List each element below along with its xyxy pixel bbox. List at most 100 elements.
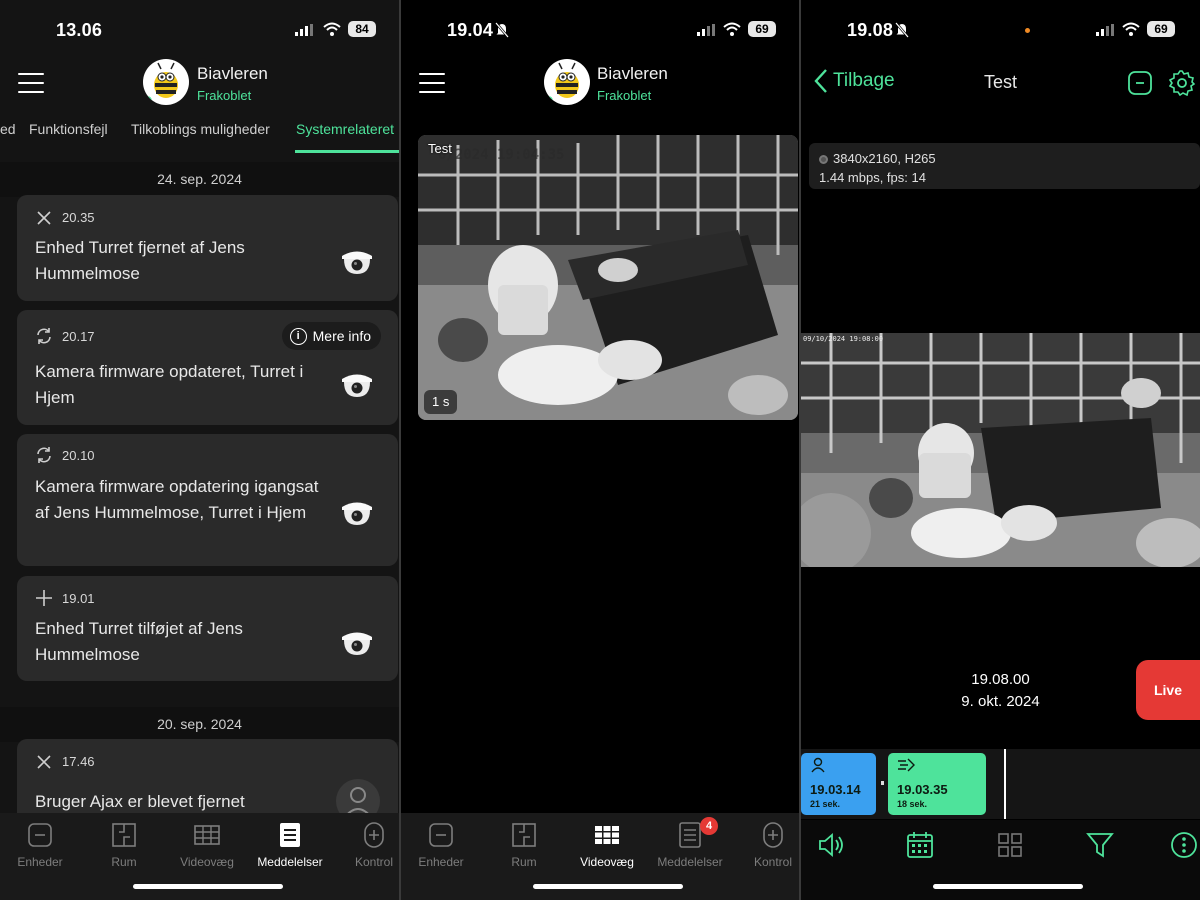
nav-videowall[interactable]: Videovæg: [567, 821, 647, 869]
hub-logo: [544, 59, 590, 105]
battery-indicator: 84: [348, 21, 376, 37]
nav-notifications[interactable]: 4 Meddelelser: [650, 817, 730, 869]
devices-icon: [429, 823, 453, 847]
live-button[interactable]: Live: [1136, 660, 1200, 720]
nav-label: Videovæg: [580, 855, 634, 869]
nav-label: Videovæg: [180, 855, 234, 869]
hub-name[interactable]: Biavleren: [197, 64, 268, 84]
camera-device-icon[interactable]: [1127, 70, 1153, 96]
more-icon[interactable]: [1169, 830, 1199, 860]
status-time: 19.04: [447, 20, 494, 40]
camera-snapshot: [418, 135, 798, 420]
filter-icon[interactable]: [1085, 830, 1115, 860]
tab-malfunctions[interactable]: Funktionsfejl: [29, 121, 108, 137]
nav-label: Rum: [111, 855, 137, 869]
home-indicator[interactable]: [533, 884, 683, 889]
videowall-icon: [595, 826, 619, 844]
notification-list[interactable]: 24. sep. 2024 20.35 Enhed Turret fjernet…: [0, 155, 399, 829]
notification-card[interactable]: 20.35 Enhed Turret fjernet af Jens Humme…: [17, 195, 398, 301]
nav-label: Kontrol: [354, 855, 394, 869]
event-person[interactable]: 19.03.14 21 sek.: [801, 753, 876, 815]
control-icon: [763, 822, 783, 848]
event-time: 19.03.35: [897, 782, 948, 797]
tab-connectivity[interactable]: Tilkoblings muligheder: [131, 121, 270, 137]
camera-tile[interactable]: 0/2024 19:04:35 Test 1 s: [418, 135, 798, 420]
status-bar: 19.04 69: [401, 0, 800, 60]
camera-video-player[interactable]: 09/10/2024 19:08:00: [801, 333, 1200, 567]
notification-card[interactable]: 20.17 i Mere info Kamera firmware opdater…: [17, 310, 398, 425]
turret-camera-icon: [342, 632, 372, 655]
app-header: Biavleren Frakoblet: [0, 55, 399, 109]
notification-time: 17.46: [62, 754, 95, 769]
refresh-icon: [37, 447, 51, 463]
menu-icon[interactable]: [18, 73, 44, 93]
calendar-icon[interactable]: [905, 830, 935, 860]
person-icon: [811, 757, 825, 773]
event-timeline[interactable]: 19.03.14 21 sek. 19.03.35 18 sek.: [801, 749, 1200, 819]
more-info-label: Mere info: [312, 328, 371, 344]
notification-time: 20.35: [62, 210, 95, 225]
date-separator: 20. sep. 2024: [0, 707, 399, 742]
info-icon: i: [289, 327, 307, 345]
nav-label: Kontrol: [753, 855, 793, 869]
grid-icon[interactable]: [995, 830, 1025, 860]
turret-camera-icon: [342, 502, 372, 525]
battery-indicator: 69: [1147, 21, 1175, 37]
more-info-button[interactable]: i Mere info: [281, 322, 381, 350]
playback-header: Tilbage Test: [801, 55, 1200, 109]
video-frame: [801, 333, 1200, 567]
event-time: 19.03.14: [810, 782, 861, 797]
sound-icon[interactable]: [816, 830, 846, 860]
hub-name[interactable]: Biavleren: [597, 64, 668, 84]
rooms-icon: [112, 823, 136, 847]
wifi-icon: [1122, 22, 1140, 36]
notification-text: Kamera firmware opdatering igangsat af J…: [35, 477, 319, 522]
devices-icon: [28, 823, 52, 847]
active-tab-indicator: [295, 150, 399, 153]
home-indicator[interactable]: [133, 884, 283, 889]
nav-label: Enheder: [418, 855, 464, 869]
settings-gear-icon[interactable]: [1169, 70, 1195, 96]
nav-rooms[interactable]: Rum: [484, 821, 564, 869]
menu-icon[interactable]: [419, 73, 445, 93]
videowall-screen: 19.04 69 Biavleren Frakoblet 0/2024 19:0…: [401, 0, 800, 900]
home-indicator[interactable]: [933, 884, 1083, 889]
stream-resolution: 3840x2160, H265: [833, 151, 936, 166]
nav-devices[interactable]: Enheder: [401, 821, 481, 869]
notification-text: Enhed Turret tilføjet af Jens Hummelmose: [35, 619, 243, 664]
privacy-indicator: [1025, 28, 1030, 33]
status-bar: 19.08 69: [801, 0, 1200, 60]
nav-notifications[interactable]: Meddelelser: [250, 821, 330, 869]
tab-system[interactable]: Systemrelateret: [296, 121, 394, 137]
refresh-interval-badge: 1 s: [424, 390, 458, 414]
status-time: 13.06: [56, 20, 103, 40]
notification-card[interactable]: 19.01 Enhed Turret tilføjet af Jens Humm…: [17, 576, 398, 681]
notification-text: Bruger Ajax er blevet fjernet: [35, 792, 245, 811]
timeline-playhead[interactable]: [1004, 749, 1006, 819]
nav-devices[interactable]: Enheder: [0, 821, 80, 869]
motion-icon: [898, 758, 915, 772]
nav-control[interactable]: Kontrol: [334, 821, 399, 869]
nav-rooms[interactable]: Rum: [84, 821, 164, 869]
silent-bell-icon: [495, 22, 509, 38]
refresh-icon: [37, 328, 51, 344]
notification-tabs: ed Funktionsfejl Tilkoblings muligheder …: [0, 110, 399, 155]
close-icon: [37, 211, 51, 225]
nav-videowall[interactable]: Videovæg: [167, 821, 247, 869]
stream-quality-icon: [819, 155, 828, 164]
dynamic-island: [948, 13, 1066, 48]
nav-label: Enheder: [17, 855, 63, 869]
cellular-signal-icon: [697, 24, 715, 36]
nav-control[interactable]: Kontrol: [733, 821, 800, 869]
hub-connection-status: Frakoblet: [597, 88, 652, 103]
notification-card[interactable]: 20.10 Kamera firmware opdatering igangsa…: [17, 434, 398, 566]
notification-time: 19.01: [62, 591, 95, 606]
event-motion[interactable]: 19.03.35 18 sek.: [888, 753, 986, 815]
camera-osd-timestamp: 0/2024 19:04:35: [438, 147, 565, 163]
tab-partial[interactable]: ed: [0, 121, 16, 137]
turret-camera-icon: [342, 374, 372, 397]
status-bar: 13.06 84: [0, 0, 399, 60]
control-icon: [364, 822, 384, 848]
stream-info-panel: 3840x2160, H265 1.44 mbps, fps: 14: [809, 143, 1200, 189]
plus-icon: [36, 590, 52, 606]
